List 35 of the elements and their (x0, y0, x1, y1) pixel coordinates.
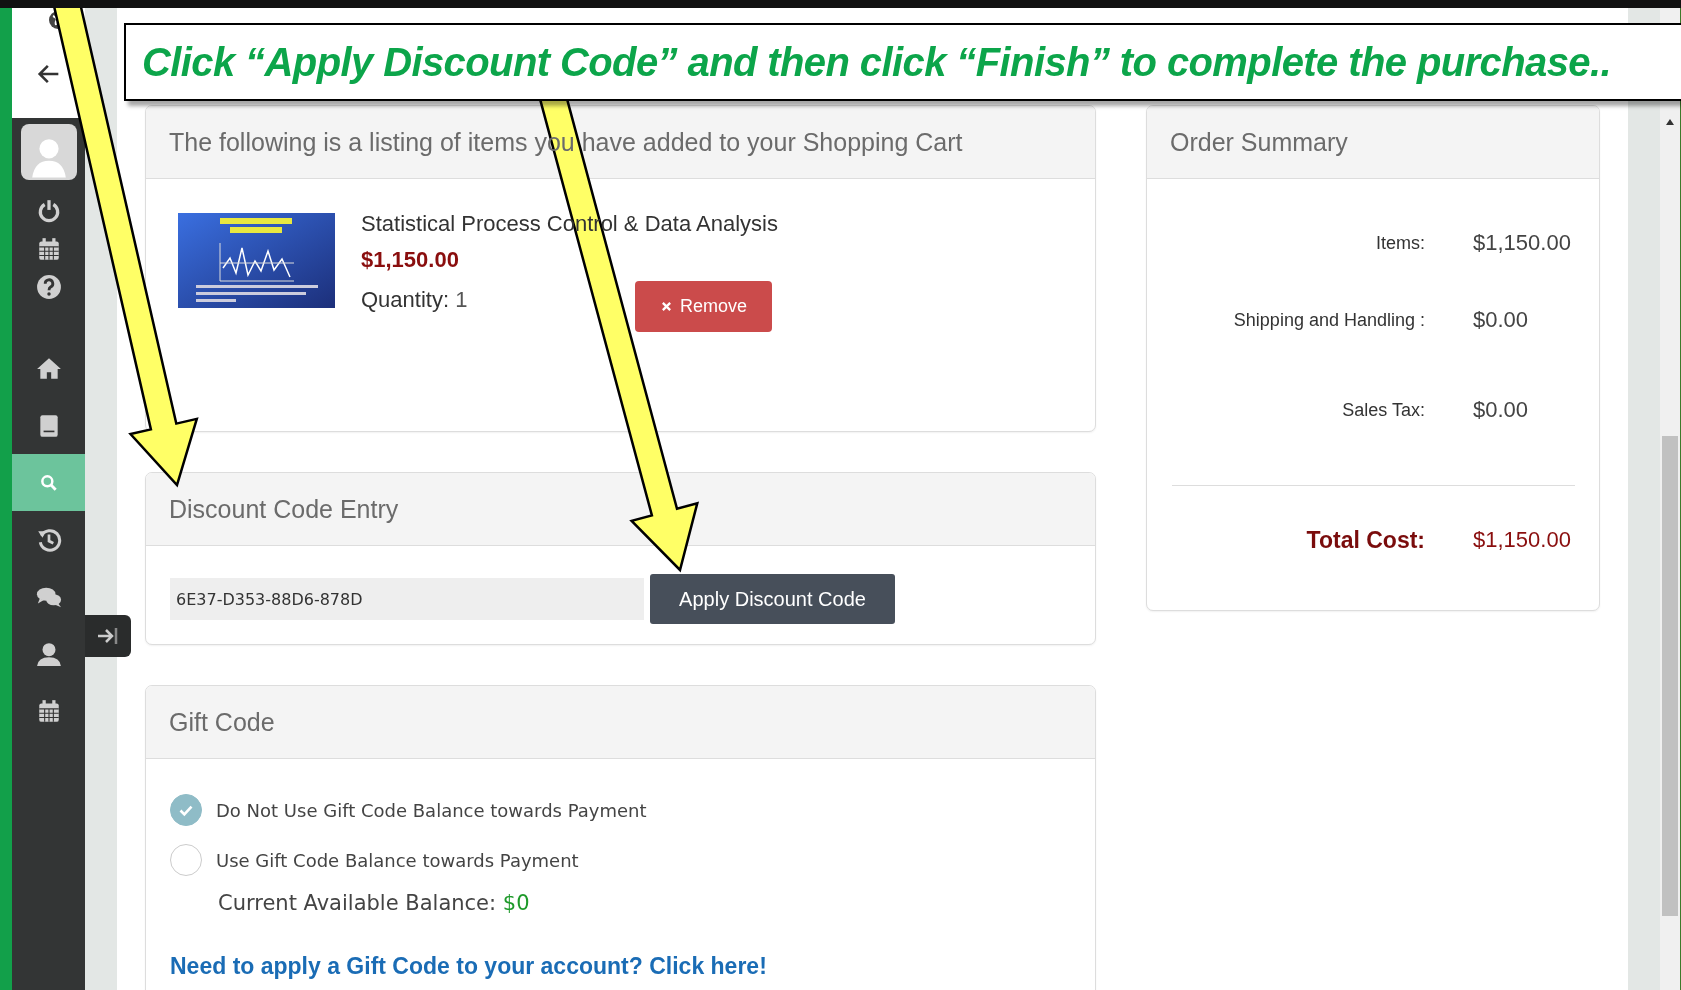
summary-value: $1,150.00 (1473, 230, 1571, 256)
scrollbar-thumb[interactable] (1662, 436, 1678, 916)
summary-label: Shipping and Handling : (1232, 309, 1425, 331)
scrollbar[interactable] (1660, 8, 1680, 990)
order-summary-heading: Order Summary (1147, 106, 1599, 179)
total-label: Total Cost: (1305, 526, 1425, 554)
product-price: $1,150.00 (361, 247, 460, 273)
help-icon (35, 274, 62, 300)
search-icon (38, 472, 59, 493)
avatar-icon[interactable] (20, 124, 77, 180)
quantity-value: 1 (455, 287, 468, 312)
history-icon (35, 526, 62, 553)
gift-code-link[interactable]: Need to apply a Gift Code to your account? Click here! (170, 953, 1071, 980)
radio-label[interactable]: Do Not Use Gift Code Balance towards Payment (216, 799, 647, 821)
summary-value: $0.00 (1473, 307, 1529, 333)
gift-code-heading: Gift Code (146, 686, 1095, 759)
quantity-label: Quantity: (361, 287, 450, 312)
radio-label[interactable]: Use Gift Code Balance towards Payment (216, 849, 579, 871)
discount-code-field[interactable]: 6E37-D353-88D6-878D (170, 578, 644, 620)
instruction-banner: Click “Apply Discount Code” and then click “Finish” to complete the purchase.. (124, 23, 1681, 101)
total-value: $1,150.00 (1473, 527, 1571, 553)
apply-discount-button[interactable]: Apply Discount Code (650, 574, 895, 624)
radio-button[interactable] (170, 794, 202, 826)
summary-label: Items: (1375, 232, 1425, 254)
user-icon (35, 640, 62, 667)
collapse-button[interactable] (85, 615, 131, 657)
radio-button[interactable] (170, 844, 202, 876)
scroll-up-icon[interactable] (1665, 118, 1675, 126)
summary-label: Sales Tax: (1341, 399, 1425, 421)
discount-heading: Discount Code Entry (146, 473, 1095, 546)
balance-label: Current Available Balance: (218, 891, 497, 915)
close-icon (660, 301, 672, 312)
remove-button[interactable]: Remove (635, 281, 773, 332)
balance-value: $0 (502, 891, 530, 915)
summary-value: $0.00 (1473, 397, 1529, 423)
